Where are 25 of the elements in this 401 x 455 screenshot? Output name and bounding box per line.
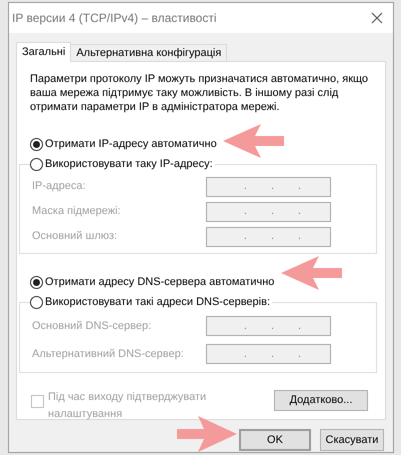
radio-label: Отримати IP-адресу автоматично: [45, 136, 217, 152]
tab[interactable]: Загальні: [16, 42, 72, 62]
annotation-arrow: [221, 122, 285, 160]
description-text: Параметри протоколу IP можуть призначатися автоматично, якщо ваша мережа підтримує таку можливість. В іншому разі слід отримати параметри IP в адміністратора мережі.: [30, 72, 370, 114]
field-label: IP-адреса:: [32, 179, 87, 194]
annotation-arrow: [279, 254, 343, 292]
tab[interactable]: Альтернативна конфігурація: [71, 44, 228, 61]
checkbox-label: Під час виходу підтверджувати налаштування: [48, 390, 208, 422]
field-label: Основний DNS-сервер:: [32, 318, 152, 334]
radio-label: Використовувати такі адреси DNS-серверів:: [45, 294, 270, 310]
dialog-button[interactable]: OK: [239, 429, 311, 451]
radio-label: Отримати адресу DNS-сервера автоматично: [45, 274, 274, 290]
radio-button[interactable]: [30, 158, 43, 170]
field-label: Основний шлюз:: [32, 229, 118, 244]
radio-button[interactable]: [30, 138, 43, 150]
radio-button[interactable]: [30, 296, 43, 308]
window-title: IP версии 4 (TCP/IPv4) – властивості: [12, 10, 217, 27]
annotation-arrow: [176, 414, 238, 454]
dialog-button[interactable]: Скасувати: [320, 429, 384, 451]
radio-label: Використовувати таку IP-адресу:: [45, 156, 213, 172]
close-icon[interactable]: [371, 12, 383, 24]
advanced-button[interactable]: Додатково...: [274, 390, 368, 411]
field-label: Маска підмережі:: [32, 204, 122, 220]
radio-button[interactable]: [30, 276, 43, 288]
field-label: Альтернативний DNS-сервер:: [32, 346, 185, 362]
